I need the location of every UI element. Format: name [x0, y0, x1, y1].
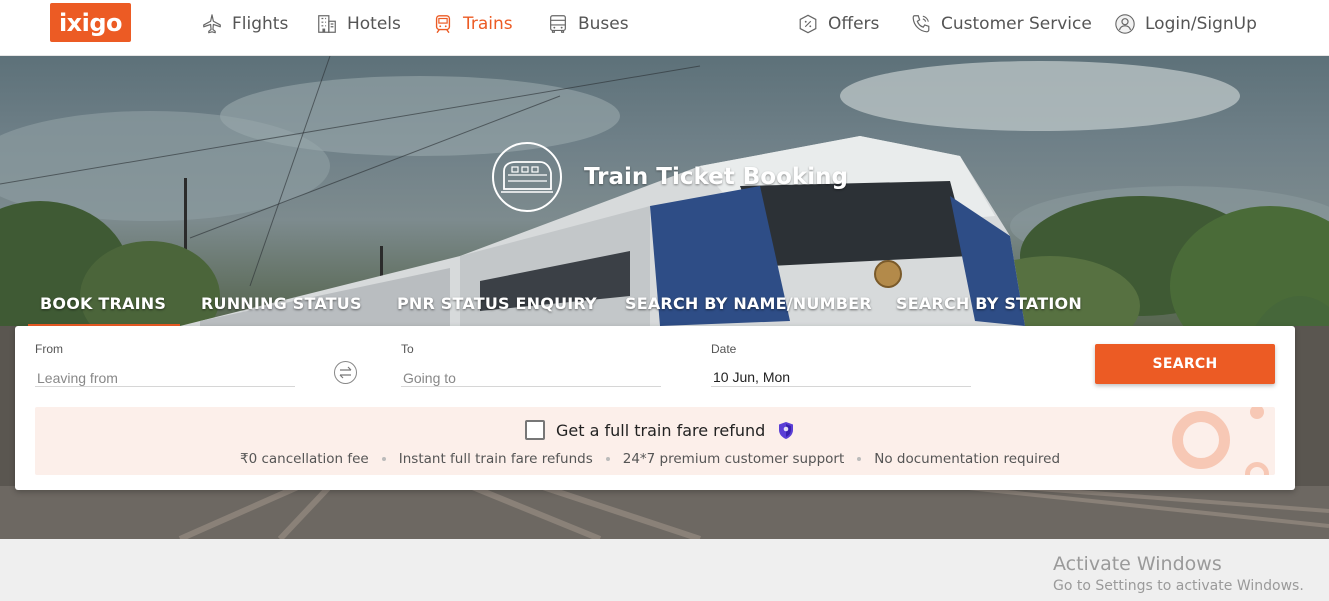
refund-benefit: Instant full train fare refunds: [398, 451, 593, 467]
search-button[interactable]: SEARCH: [1095, 344, 1275, 384]
refund-benefits-list: ₹0 cancellation fee Instant full train f…: [240, 451, 1060, 467]
top-header: ixigo Flights Hotels Trains Buses Offers…: [0, 0, 1329, 56]
nav-customer-service-label: Customer Service: [941, 14, 1092, 34]
nav-customer-service[interactable]: Customer Service: [910, 12, 1092, 36]
swap-arrows-icon: [339, 366, 352, 379]
refund-offer-title: Get a full train fare refund: [556, 420, 766, 440]
from-label: From: [35, 342, 63, 356]
user-icon: [1115, 14, 1135, 34]
to-input[interactable]: [401, 369, 661, 387]
train-emblem-icon: [492, 142, 562, 212]
bullet-separator: [605, 457, 610, 461]
to-label: To: [401, 342, 414, 356]
from-input[interactable]: [35, 369, 295, 387]
building-icon: [318, 15, 336, 33]
date-label: Date: [711, 342, 737, 356]
nav-offers[interactable]: Offers: [797, 12, 879, 36]
bullet-separator: [857, 457, 862, 461]
nav-login-label: Login/SignUp: [1145, 14, 1257, 34]
tab-search-by-name-number[interactable]: SEARCH BY NAME/NUMBER: [625, 294, 872, 327]
train-search-form: From To Date 10 Jun, Mon SEARCH Get a fu…: [15, 326, 1295, 490]
nav-hotels-label: Hotels: [347, 14, 401, 34]
activate-windows-subtitle: Go to Settings to activate Windows.: [1053, 578, 1304, 594]
tab-running-status[interactable]: RUNNING STATUS: [201, 294, 362, 327]
nav-flights[interactable]: Flights: [201, 12, 288, 36]
refund-benefit: No documentation required: [874, 451, 1061, 467]
nav-login-signup[interactable]: Login/SignUp: [1114, 12, 1257, 36]
airplane-icon: [203, 14, 221, 34]
nav-trains-label: Trains: [463, 14, 513, 34]
refund-offer-banner: Get a full train fare refund ₹0 cancella…: [35, 407, 1275, 475]
tab-search-by-station[interactable]: SEARCH BY STATION: [896, 294, 1082, 327]
tab-pnr-status[interactable]: PNR STATUS ENQUIRY: [397, 294, 597, 327]
hero-heading: Train Ticket Booking: [492, 142, 848, 212]
bullet-separator: [381, 457, 386, 461]
from-field: From: [35, 342, 295, 388]
swap-stations-button[interactable]: [334, 361, 357, 384]
discount-badge-icon: [799, 14, 817, 34]
ixigo-logo[interactable]: ixigo: [50, 3, 131, 42]
nav-trains[interactable]: Trains: [432, 12, 513, 36]
phone-icon: [912, 15, 930, 33]
date-field: Date 10 Jun, Mon: [711, 342, 971, 387]
nav-buses-label: Buses: [578, 14, 629, 34]
nav-flights-label: Flights: [232, 14, 289, 34]
refund-benefit: ₹0 cancellation fee: [240, 451, 369, 467]
shield-icon: [779, 421, 794, 439]
windows-activation-watermark: Activate Windows Go to Settings to activ…: [1053, 553, 1304, 594]
page-title: Train Ticket Booking: [584, 164, 848, 190]
nav-offers-label: Offers: [828, 14, 880, 34]
nav-hotels[interactable]: Hotels: [316, 12, 401, 36]
decorative-dot: [1250, 407, 1264, 419]
train-icon: [435, 15, 451, 34]
decorative-ring: [1172, 411, 1230, 469]
to-field: To: [401, 342, 661, 388]
decorative-ring-small: [1245, 462, 1269, 475]
tab-book-trains[interactable]: BOOK TRAINS: [27, 294, 181, 327]
date-input[interactable]: 10 Jun, Mon: [711, 369, 971, 387]
nav-buses[interactable]: Buses: [547, 12, 629, 36]
refund-checkbox[interactable]: [525, 420, 545, 440]
activate-windows-title: Activate Windows: [1053, 553, 1222, 575]
refund-offer-header: Get a full train fare refund: [525, 420, 794, 440]
bus-icon: [550, 15, 566, 33]
refund-benefit: 24*7 premium customer support: [622, 451, 845, 467]
